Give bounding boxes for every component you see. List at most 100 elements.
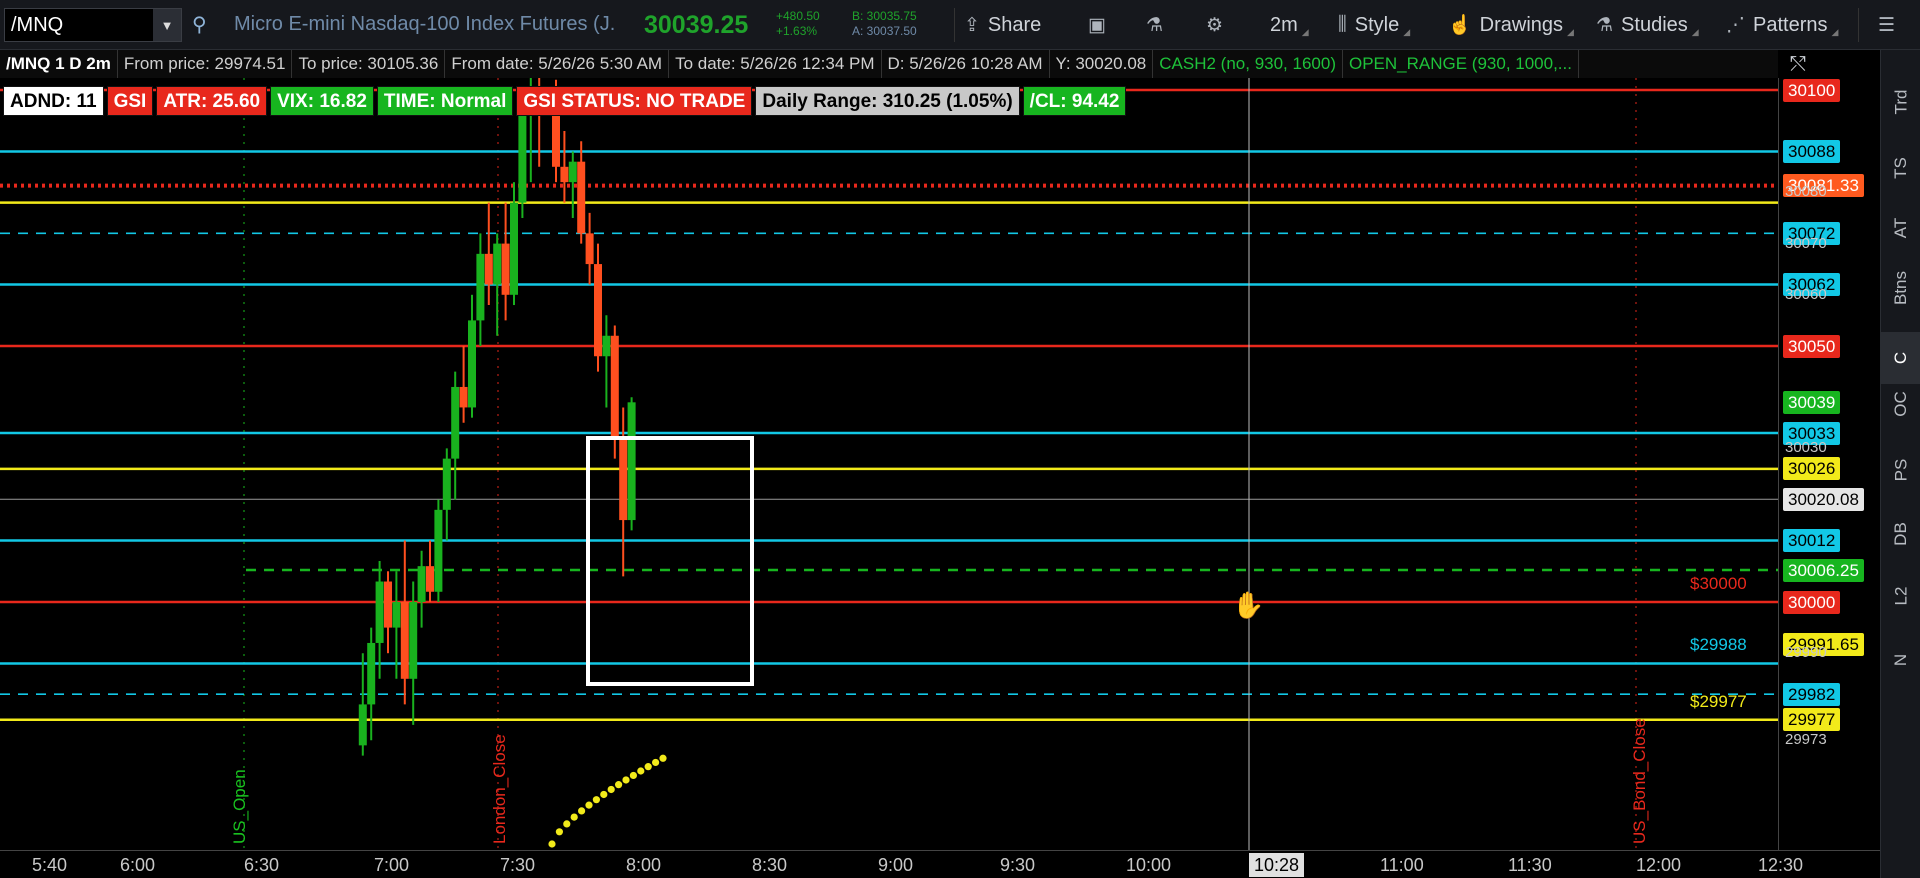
last-price: 30039.25 [644,11,749,39]
candle-body [367,642,376,705]
gear-icon: ⚙ [1206,14,1224,36]
candle-body [493,243,502,285]
candle-body [585,233,594,265]
time-axis-tick: 11:30 [1508,855,1552,875]
candle-body [459,386,468,408]
net-change: +480.50 [776,9,820,23]
studies-button[interactable]: ⚗ Studies ◢ [1596,9,1699,41]
side-tab-trd[interactable]: Trd [1881,76,1920,128]
candle-body [468,320,476,408]
chart-name[interactable]: /MNQ 1 D 2m [0,50,118,78]
chart-canvas[interactable] [0,78,1778,850]
side-tab-label: Trd [1891,89,1910,115]
style-button[interactable]: ⫼ Style ◢ [1338,9,1410,41]
candle-body [434,509,443,592]
price-axis-tick: 29990 [1785,644,1827,662]
status-badge: ADND: 11 [3,86,104,116]
side-tab-btns[interactable]: Btns [1881,262,1920,314]
time-axis-tick: 9:30 [1000,855,1036,875]
price-axis-label: 30050 [1783,334,1841,358]
toolbar-divider [954,8,955,42]
candlestick-icon: ⫼ [1338,14,1347,35]
projection-dot [578,807,586,815]
side-panel-tabs: Trd TS AT Btns C OC PS DB L2 N [1880,50,1920,878]
side-tab-label: DB [1891,522,1910,546]
time-axis-tick: 12:00 [1636,855,1682,875]
candle-body [627,402,636,521]
session-label: US_Open [230,769,249,844]
hand-cursor-icon: ✋ [1232,590,1265,620]
chevron-down-icon[interactable]: ▼ [153,9,181,41]
price-axis-tick: 30080 [1785,183,1827,201]
from-price: From price: 29974.51 [118,50,293,78]
flask-icon: ⚗ [1146,14,1164,36]
time-axis-tick: 7:30 [500,855,536,875]
side-tab-oc[interactable]: OC [1881,378,1920,430]
lab-button[interactable]: ⚗ [1146,9,1163,41]
price-axis-label: 29977 [1783,708,1841,732]
side-tab-l2[interactable]: L2 [1881,570,1920,622]
price-axis-label: 30012 [1783,529,1841,553]
projection-dot [548,840,556,848]
candle-body [409,602,418,679]
side-tab-label: AT [1891,217,1910,239]
timeframe-label: 2m [1270,13,1298,36]
time-axis[interactable]: 10:28 5:40 6:00 6:30 7:00 7:30 8:00 8:30 9:00 9:… [0,850,1880,878]
chart-info-bar: /MNQ 1 D 2m From price: 29974.51 To pric… [0,50,1778,78]
side-tab-ps[interactable]: PS [1881,444,1920,496]
cursor-date: D: 5/26/26 10:28 AM [882,50,1050,78]
timeframe-button[interactable]: 2m ◢ [1270,9,1309,41]
session-label: London_Close [490,734,509,844]
menu-button[interactable]: ☰ [1878,9,1895,41]
candle-body [451,386,460,459]
projection-dot [600,790,608,799]
studies-icon: ⚗ [1596,14,1614,36]
price-chart[interactable]: US_Open London_Close US_Bond_Close $30000 $2… [0,78,1778,850]
symbol-selector[interactable]: /MNQ ▼ [4,8,182,42]
patterns-button[interactable]: ⋰ Patterns ◢ [1726,9,1838,41]
status-badge: VIX: 16.82 [270,86,374,116]
time-axis-tick: 9:00 [878,855,914,875]
candle-body [560,166,569,183]
side-tab-db[interactable]: DB [1881,508,1920,560]
time-axis-tick: 12:30 [1758,855,1804,875]
link-icon[interactable]: ⚲ [192,12,207,37]
candle-body [577,161,586,234]
ask-price: A: 30037.50 [852,24,917,38]
study-cash2[interactable]: CASH2 (no, 930, 1600) [1153,50,1343,78]
crosshair-settings-icon[interactable]: ⤲ [1782,50,1814,78]
drawings-button[interactable]: ☝ Drawings ◢ [1448,9,1574,41]
status-badge: TIME: Normal [376,86,514,116]
share-button[interactable]: ⇪ Share [964,9,1041,41]
side-tab-at[interactable]: AT [1881,202,1920,254]
to-date: To date: 5/26/26 12:34 PM [669,50,882,78]
side-tab-label: N [1891,653,1910,667]
study-open-range[interactable]: OPEN_RANGE (930, 1000,... [1343,50,1579,78]
candle-body [476,253,485,321]
side-tab-label: OC [1891,391,1910,417]
time-axis-tick: 11:00 [1380,855,1424,875]
status-badge: ATR: 25.60 [156,86,268,116]
side-tab-ts[interactable]: TS [1881,142,1920,194]
candle-body [392,602,401,628]
price-axis-label: 30006.25 [1783,558,1864,582]
candle-body [375,581,384,643]
projection-dot [652,758,660,767]
candle-body [568,161,577,183]
inline-price-label: $29977 [1690,691,1747,711]
drawings-label: Drawings [1479,13,1564,36]
price-axis[interactable]: 30100 30088 30081.33 30072 30062 30050 30039 30… [1778,78,1880,850]
time-axis-tick: 8:30 [752,855,788,875]
side-tab-n[interactable]: N [1881,634,1920,686]
snapshot-button[interactable]: ▣ [1088,9,1106,41]
to-price: To price: 30105.36 [292,50,446,78]
side-tab-label: TS [1890,157,1910,179]
side-tab-label: L2 [1890,586,1910,606]
pattern-icon: ⋰ [1726,14,1745,36]
bid-price: B: 30035.75 [852,9,917,23]
settings-button[interactable]: ⚙ [1206,9,1223,41]
side-tab-c[interactable]: C [1881,332,1920,384]
candle-body [358,704,367,746]
cursor-time-label: 10:28 [1249,853,1305,877]
session-label: US_Bond_Close [1630,718,1649,844]
